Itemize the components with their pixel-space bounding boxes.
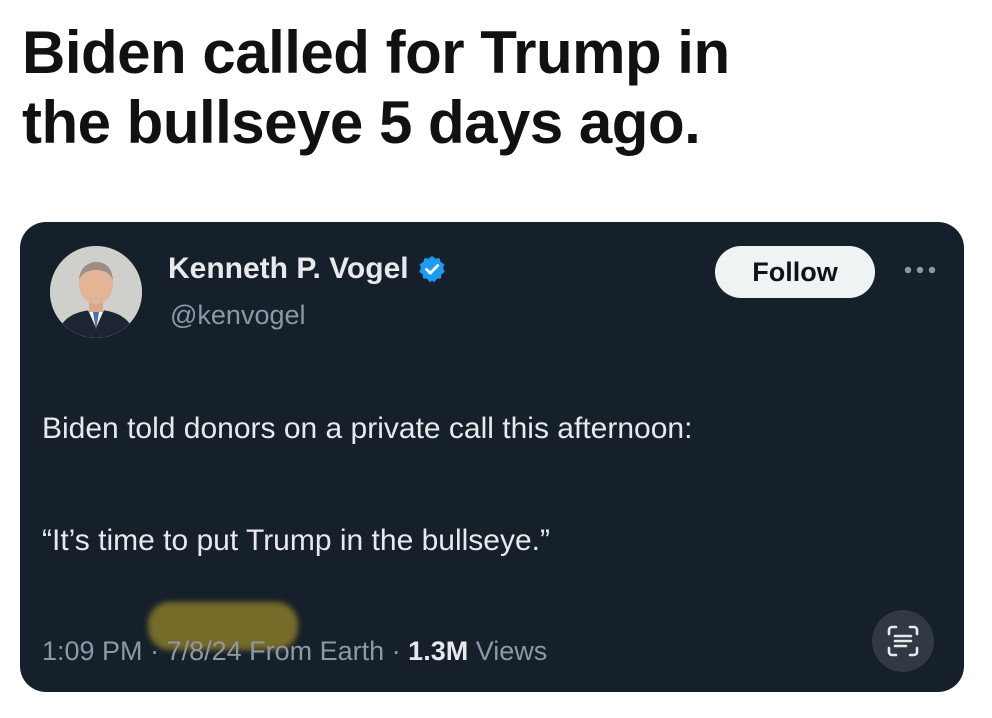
author-display-name[interactable]: Kenneth P. Vogel bbox=[168, 252, 409, 286]
meme-headline: Biden called for Trump in the bullseye 5… bbox=[22, 18, 962, 158]
tweet-date[interactable]: 7/8/24 bbox=[167, 636, 242, 667]
tweet-source: From Earth bbox=[241, 636, 385, 666]
views-label: Views bbox=[468, 636, 548, 666]
author-name-row: Kenneth P. Vogel bbox=[168, 252, 447, 286]
tweet-text-line-2: “It’s time to put Trump in the bullseye.… bbox=[42, 524, 550, 557]
meta-separator: · bbox=[384, 636, 409, 666]
headline-line-2: the bullseye 5 days ago. bbox=[22, 89, 701, 156]
author-handle[interactable]: @kenvogel bbox=[170, 300, 306, 331]
verified-badge-icon bbox=[417, 254, 447, 284]
tweet-time[interactable]: 1:09 PM bbox=[42, 636, 143, 667]
tweet-card: Kenneth P. Vogel @kenvogel Follow Biden … bbox=[20, 222, 964, 692]
views-count[interactable]: 1.3M bbox=[408, 636, 468, 667]
profile-photo-icon bbox=[50, 246, 142, 338]
avatar[interactable] bbox=[50, 246, 142, 338]
tweet-meta-row: 1:09 PM · 7/8/24 From Earth · 1.3M Views bbox=[42, 636, 547, 667]
headline-line-1: Biden called for Trump in bbox=[22, 19, 730, 86]
text-scan-icon[interactable] bbox=[872, 610, 934, 672]
more-options-icon[interactable] bbox=[900, 258, 940, 282]
meta-separator: · bbox=[142, 636, 167, 666]
tweet-text-line-1: Biden told donors on a private call this… bbox=[42, 412, 693, 445]
follow-button[interactable]: Follow bbox=[715, 246, 875, 298]
